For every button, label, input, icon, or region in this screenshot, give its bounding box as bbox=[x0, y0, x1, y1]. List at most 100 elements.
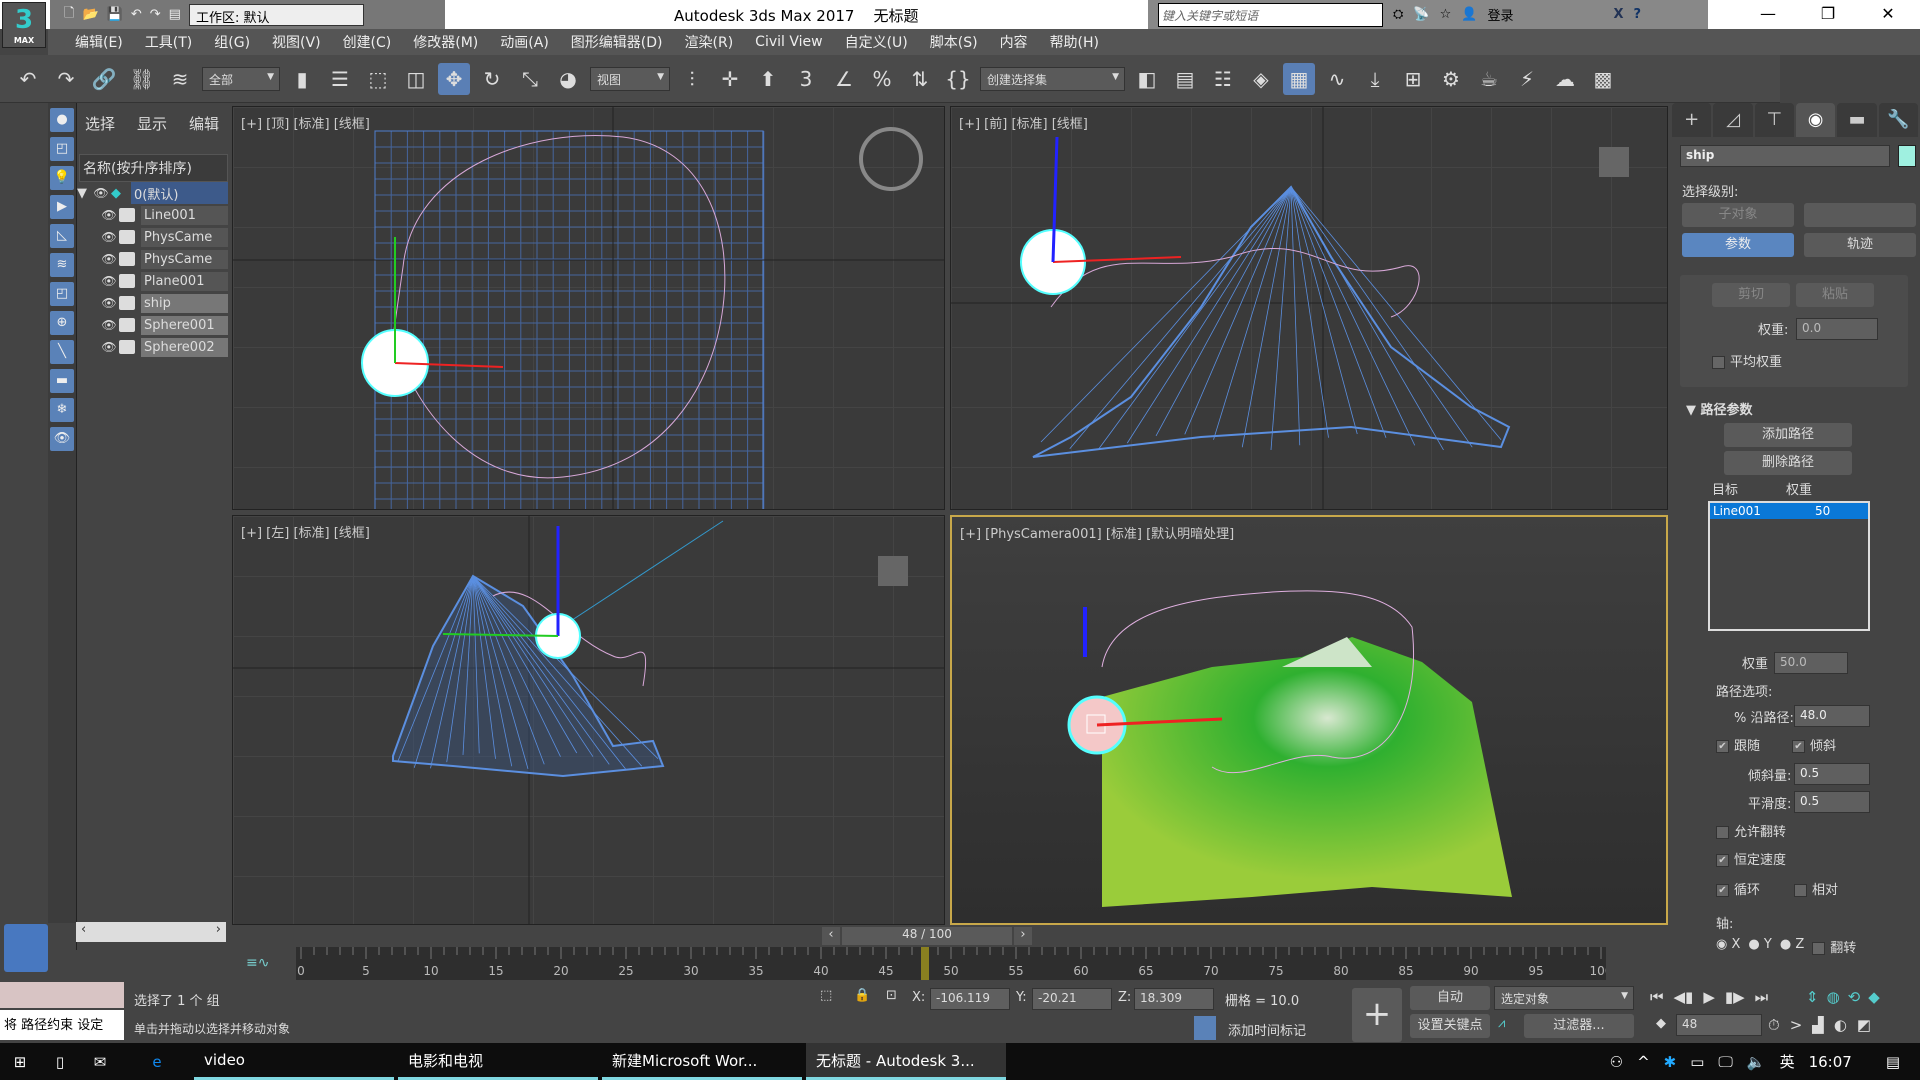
redo-icon[interactable]: ↷ bbox=[150, 7, 161, 22]
select-by-name-icon[interactable]: ☰ bbox=[324, 63, 356, 95]
scale-icon[interactable]: ⤡ bbox=[514, 63, 546, 95]
axis-radio-z[interactable]: ● Z bbox=[1780, 937, 1804, 956]
exchange-icon[interactable]: X bbox=[1613, 7, 1623, 22]
set-key-big-button[interactable]: + bbox=[1352, 988, 1402, 1042]
geometry-filter-icon[interactable]: ● bbox=[50, 108, 74, 132]
menu-item[interactable]: 内容 bbox=[989, 32, 1039, 52]
next-key-icon[interactable]: ▮▶ bbox=[1725, 988, 1745, 1006]
layer-explorer-icon[interactable]: ◈ bbox=[1245, 63, 1277, 95]
snap-3d-icon[interactable]: 3 bbox=[790, 63, 822, 95]
select-object-icon[interactable]: ▮ bbox=[286, 63, 318, 95]
hierarchy-tab-icon[interactable]: ⊤ bbox=[1754, 103, 1794, 137]
collapse-icon[interactable]: ▼ bbox=[77, 186, 91, 201]
maxscript-input[interactable]: 将 路径约束 设定 bbox=[0, 1010, 124, 1040]
group-filter-icon[interactable]: ◰ bbox=[50, 282, 74, 306]
frozen-filter-icon[interactable]: ❄ bbox=[50, 398, 74, 422]
create-tab-icon[interactable]: + bbox=[1672, 103, 1712, 137]
maximize-icon[interactable]: ◆ bbox=[1868, 988, 1880, 1006]
taskbar-app[interactable]: video bbox=[194, 1043, 394, 1080]
light-filter-icon[interactable]: 💡 bbox=[50, 166, 74, 190]
key-filters-icon[interactable]: ⩘ bbox=[1498, 1016, 1505, 1031]
axis-radio-y[interactable]: ● Y bbox=[1748, 937, 1771, 956]
zoom-extents-icon[interactable]: ⇕ bbox=[1806, 988, 1819, 1006]
binoculars-icon[interactable]: ⛭ bbox=[1393, 7, 1403, 22]
axis-radio-x[interactable]: ◉ X bbox=[1716, 937, 1740, 956]
angle-snap-icon[interactable]: ∠ bbox=[828, 63, 860, 95]
taskbar-app[interactable]: 无标题 - Autodesk 3... bbox=[806, 1043, 1006, 1080]
mail-icon[interactable]: ✉ bbox=[80, 1053, 120, 1071]
redo-icon[interactable]: ↷ bbox=[50, 63, 82, 95]
relative-checkbox[interactable]: 相对 bbox=[1794, 879, 1838, 898]
eye-icon[interactable]: 👁 bbox=[99, 252, 119, 266]
allow-flip-checkbox[interactable]: 允许翻转 bbox=[1716, 821, 1786, 840]
loop-checkbox[interactable]: ✔ 循环 bbox=[1716, 879, 1760, 898]
menu-item[interactable]: 自定义(U) bbox=[834, 32, 919, 52]
people-icon[interactable]: ⚇ bbox=[1610, 1053, 1623, 1071]
undo-icon[interactable]: ↶ bbox=[12, 63, 44, 95]
prev-key-icon[interactable]: ◀▮ bbox=[1674, 988, 1694, 1006]
undo-icon[interactable]: ↶ bbox=[131, 7, 142, 22]
place-icon[interactable]: ◕ bbox=[552, 63, 584, 95]
eye-icon[interactable]: 👁 bbox=[99, 274, 119, 288]
delete-path-button[interactable]: 删除路径 bbox=[1724, 451, 1852, 475]
task-view-icon[interactable]: ▯ bbox=[40, 1053, 80, 1071]
bone-filter-icon[interactable]: ╲ bbox=[50, 340, 74, 364]
menu-item[interactable]: 视图(V) bbox=[261, 32, 332, 52]
satellite-icon[interactable]: 📡 bbox=[1413, 7, 1429, 22]
checkbox[interactable]: ✔ bbox=[1716, 740, 1729, 753]
scene-item[interactable]: 👁 ship bbox=[77, 292, 228, 314]
utilities-tab-icon[interactable]: 🔧 bbox=[1878, 103, 1918, 137]
smoothness-spinner[interactable]: 0.5 bbox=[1794, 791, 1870, 813]
sub-object-dropdown[interactable] bbox=[1804, 203, 1916, 227]
scroll-right-icon[interactable]: › bbox=[216, 922, 221, 942]
checkbox[interactable]: ✔ bbox=[1716, 884, 1729, 897]
ime-indicator[interactable]: 英 bbox=[1780, 1051, 1795, 1072]
menu-item[interactable]: 脚本(S) bbox=[919, 32, 989, 52]
maxscript-listener[interactable] bbox=[0, 982, 124, 1008]
bind-spacewarp-icon[interactable]: ≋ bbox=[164, 63, 196, 95]
maximize-toggle-icon[interactable]: ◩ bbox=[1857, 1016, 1871, 1034]
y-coordinate-field[interactable]: -20.21 bbox=[1032, 988, 1112, 1010]
time-tag-icon[interactable] bbox=[1194, 1016, 1216, 1040]
window-crossing-icon[interactable]: ◫ bbox=[400, 63, 432, 95]
menu-item[interactable]: 组(G) bbox=[203, 32, 261, 52]
menu-item[interactable]: Civil View bbox=[744, 34, 833, 50]
named-sets-icon[interactable]: {} bbox=[942, 63, 974, 95]
track-bar[interactable]: 0 5 10 15 20 25 30 35 40 45 50 55 60 65 70 75 80 85 90 95 10… bbox=[296, 947, 1612, 981]
search-input[interactable]: 键入关键字或短语 bbox=[1158, 2, 1383, 27]
weight-spinner[interactable]: 0.0 bbox=[1796, 318, 1878, 340]
ribbon-icon[interactable]: ▦ bbox=[1283, 62, 1315, 95]
pan-icon[interactable]: ⟲ bbox=[1848, 988, 1861, 1006]
minimize-button[interactable]: — bbox=[1748, 4, 1788, 23]
walkthrough-icon[interactable]: ▟ bbox=[1812, 1016, 1824, 1034]
bank-checkbox[interactable]: ✔ 倾斜 bbox=[1792, 735, 1836, 754]
hidden-filter-icon[interactable]: 👁 bbox=[50, 427, 74, 451]
keyboard-shortcut-icon[interactable]: ⬆ bbox=[752, 63, 784, 95]
prev-frame-button[interactable]: ‹ bbox=[822, 927, 840, 945]
volume-icon[interactable]: 🔈 bbox=[1747, 1053, 1766, 1071]
viewport-left[interactable]: [+] [左] [标准] [线框] bbox=[232, 515, 945, 925]
scene-explorer-icon[interactable]: ☷ bbox=[1207, 63, 1239, 95]
scene-item[interactable]: 👁 Sphere001 bbox=[77, 314, 228, 336]
average-weight-checkbox[interactable]: 平均权重 bbox=[1712, 351, 1782, 370]
time-config-icon[interactable]: ⏱ bbox=[1768, 1016, 1780, 1034]
mirror-icon[interactable]: ◧ bbox=[1131, 63, 1163, 95]
eye-icon[interactable]: 👁 bbox=[99, 340, 119, 354]
checkbox[interactable] bbox=[1712, 356, 1725, 369]
paste-button[interactable]: 粘贴 bbox=[1796, 283, 1874, 307]
restore-button[interactable]: ❐ bbox=[1808, 4, 1848, 23]
menu-item[interactable]: 渲染(R) bbox=[674, 32, 745, 52]
scene-item[interactable]: 👁 Sphere002 bbox=[77, 336, 228, 358]
explorer-tab-display[interactable]: 显示 bbox=[137, 113, 167, 134]
path-list-item[interactable]: Line001 50 bbox=[1710, 503, 1868, 519]
constant-velocity-checkbox[interactable]: ✔ 恒定速度 bbox=[1716, 849, 1786, 868]
name-column-header[interactable]: 名称(按升序排序) bbox=[79, 154, 228, 182]
image-grid-icon[interactable]: ▩ bbox=[1587, 63, 1619, 95]
time-slider[interactable]: ‹ 48 / 100 › bbox=[232, 925, 1672, 947]
xref-filter-icon[interactable]: ⊕ bbox=[50, 311, 74, 335]
checkbox[interactable] bbox=[1794, 884, 1807, 897]
ref-coord-dropdown[interactable]: 视图 bbox=[590, 66, 670, 91]
network-icon[interactable]: 🖵 bbox=[1718, 1053, 1732, 1071]
selection-set-dropdown[interactable]: 创建选择集 bbox=[980, 66, 1125, 91]
path-weight-spinner[interactable]: 50.0 bbox=[1774, 652, 1848, 674]
